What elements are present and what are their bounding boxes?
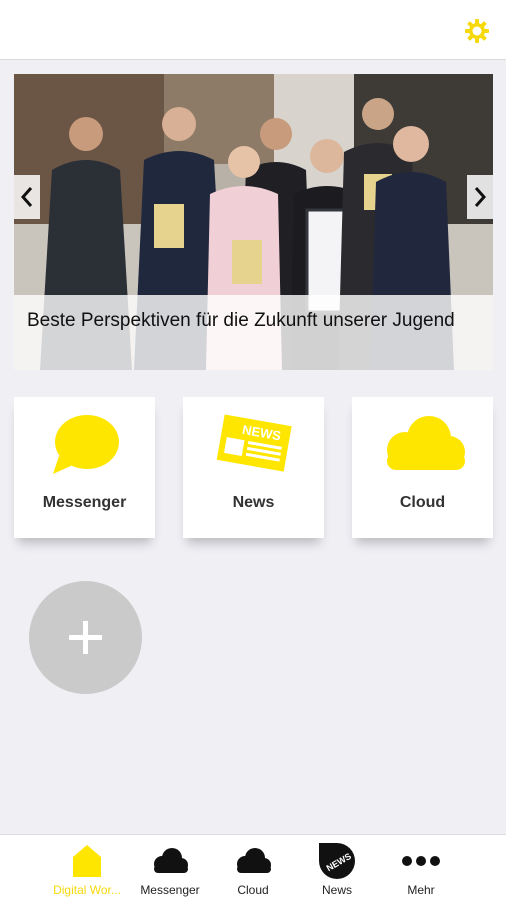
top-bar (0, 0, 506, 60)
tab-label: Mehr (407, 883, 435, 897)
cloud-icon (237, 848, 271, 873)
cloud-icon (154, 848, 188, 873)
gear-icon[interactable] (464, 18, 490, 44)
tile-label: News (232, 494, 275, 511)
chevron-right-icon (474, 187, 487, 207)
tile-cloud[interactable]: Cloud (352, 397, 493, 538)
tab-label: News (321, 883, 352, 897)
tab-digital-workplace[interactable]: Digital Wor... (45, 835, 129, 900)
tab-label: Messenger (140, 883, 200, 897)
add-button[interactable] (29, 581, 142, 694)
tile-messenger[interactable]: Messenger (14, 397, 155, 538)
newspaper-icon: NEWS (216, 414, 292, 472)
tile-label: Cloud (399, 494, 446, 511)
news-badge-icon: NEWS (319, 843, 355, 879)
cloud-icon (386, 416, 465, 470)
tile-label: Messenger (42, 494, 127, 511)
chevron-left-icon (20, 187, 33, 207)
tab-more[interactable]: Mehr (379, 835, 463, 900)
tab-news[interactable]: NEWS News (295, 835, 379, 900)
carousel-next-button[interactable] (467, 175, 493, 219)
chat-bubble-icon (52, 415, 119, 474)
more-dots-icon (402, 856, 440, 866)
carousel-caption[interactable]: Beste Perspektiven für die Zukunft unser… (14, 295, 493, 370)
bottom-tab-bar: Digital Wor... Messenger Cloud NEWS News… (0, 834, 506, 900)
carousel-prev-button[interactable] (14, 175, 40, 219)
tab-cloud[interactable]: Cloud (211, 835, 295, 900)
tab-label: Digital Wor... (53, 883, 121, 897)
tab-messenger[interactable]: Messenger (128, 835, 212, 900)
tab-label: Cloud (237, 883, 269, 897)
tile-news[interactable]: NEWS News (183, 397, 324, 538)
home-icon (73, 845, 101, 877)
news-carousel[interactable]: Beste Perspektiven für die Zukunft unser… (14, 74, 493, 370)
